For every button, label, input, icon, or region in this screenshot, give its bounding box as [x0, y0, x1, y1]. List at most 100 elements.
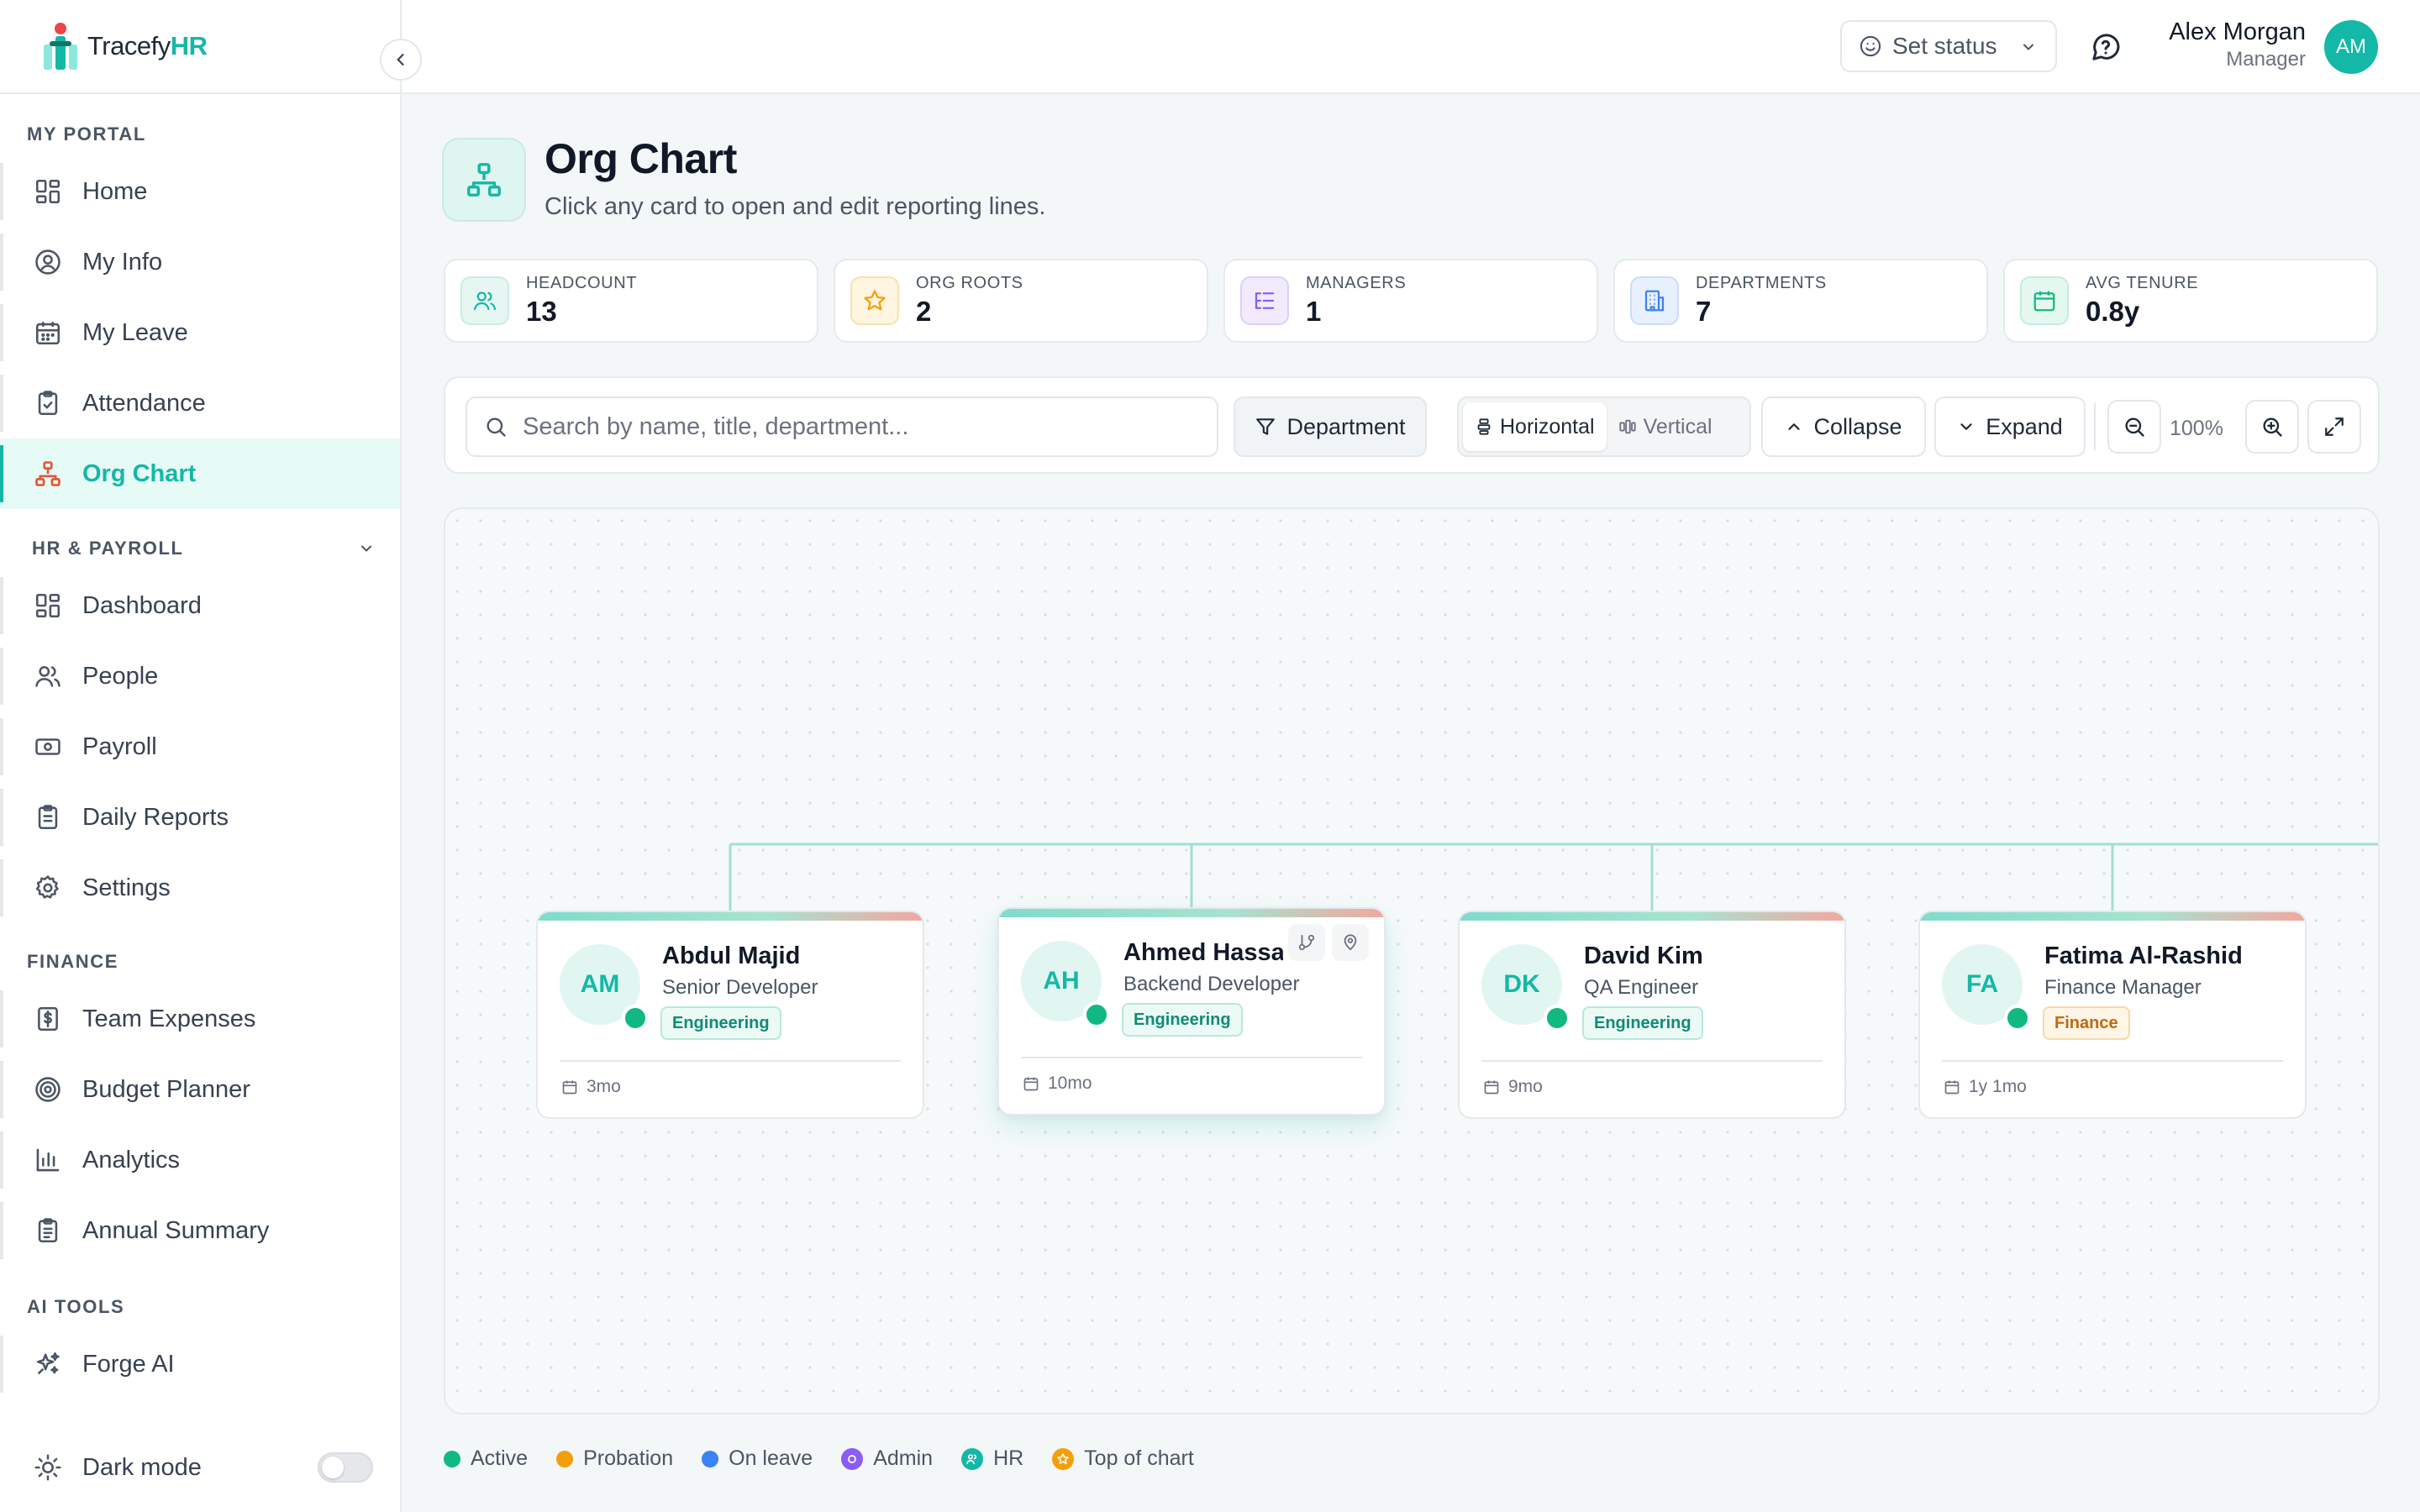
help-chat-icon[interactable]	[2089, 30, 2123, 64]
sidebar-item-analytics[interactable]: Analytics	[0, 1125, 400, 1195]
status-dot-active	[2004, 1005, 2031, 1032]
vertical-layout-icon	[1618, 419, 1636, 434]
layout-horizontal-button[interactable]: Horizontal	[1463, 402, 1607, 451]
sidebar-item-payroll[interactable]: Payroll	[0, 711, 400, 782]
sidebar-item-dashboard[interactable]: Dashboard	[0, 570, 400, 641]
git-branch-icon	[1298, 934, 1315, 951]
locate-button[interactable]	[1332, 924, 1369, 961]
expand-button[interactable]: Expand	[1934, 396, 2086, 457]
employee-title: QA Engineer	[1584, 976, 1699, 999]
sidebar-item-budget-planner[interactable]: Budget Planner	[0, 1054, 400, 1125]
collapse-label: Collapse	[1813, 413, 1902, 439]
reporting-line-button[interactable]	[1288, 924, 1325, 961]
dark-mode-toggle[interactable]	[318, 1452, 373, 1483]
layout-vertical-button[interactable]: Vertical	[1607, 402, 1724, 451]
status-dot-active	[1544, 1005, 1570, 1032]
legend-label: HR	[993, 1446, 1024, 1470]
nav-section-title: AI TOOLS	[27, 1296, 125, 1317]
banknote-icon	[32, 731, 64, 763]
sidebar-item-org-chart[interactable]: Org Chart	[0, 438, 400, 509]
page-title: Org Chart	[544, 135, 737, 182]
bar-chart-icon	[32, 1144, 64, 1176]
department-badge: Engineering	[1582, 1006, 1703, 1040]
employee-card-ahmed-hassan[interactable]: AH Ahmed Hassan Backend Developer Engine…	[997, 907, 1386, 1116]
sidebar-item-annual-summary[interactable]: Annual Summary	[0, 1195, 400, 1266]
sidebar-item-label: Settings	[82, 874, 171, 901]
stat-label: AVG TENURE	[2086, 274, 2199, 292]
sidebar-item-forge-ai[interactable]: Forge AI	[0, 1329, 400, 1399]
stat-value: 13	[526, 296, 557, 327]
sidebar-item-daily-reports[interactable]: Daily Reports	[0, 782, 400, 853]
status-dot-on-leave	[702, 1450, 719, 1467]
tenure-value: 9mo	[1508, 1077, 1543, 1096]
legend-item-top-of-chart: Top of chart	[1052, 1446, 1194, 1471]
zoom-in-button[interactable]	[2245, 400, 2299, 454]
target-icon	[32, 1074, 64, 1105]
nav-section-toggle[interactable]: HR & PAYROLL	[0, 532, 400, 565]
sidebar-item-label: People	[82, 662, 159, 690]
filter-icon	[1256, 418, 1276, 435]
calendar-icon	[2020, 276, 2069, 325]
department-filter-button[interactable]: Department	[1234, 396, 1427, 457]
employee-title: Finance Manager	[2044, 976, 2202, 999]
collapse-button[interactable]: Collapse	[1761, 396, 1926, 457]
nav-section-finance: FINANCE Team Expenses Budget Planner Ana…	[0, 945, 400, 1266]
status-dot-active	[444, 1450, 460, 1467]
stat-org-roots: ORG ROOTS 2	[834, 259, 1208, 343]
maximize-icon	[2325, 417, 2344, 436]
sidebar-item-my-leave[interactable]: My Leave	[0, 297, 400, 368]
sidebar-item-my-info[interactable]: My Info	[0, 227, 400, 297]
search-box[interactable]	[466, 396, 1218, 457]
card-divider	[1942, 1060, 2283, 1062]
card-accent-bar	[1920, 912, 2305, 921]
user-menu[interactable]: Alex Morgan Manager	[2169, 17, 2306, 72]
calendar-icon	[562, 1080, 577, 1095]
avatar[interactable]: AM	[2324, 20, 2378, 74]
card-accent-bar	[1460, 912, 1844, 921]
employee-card-abdul-majid[interactable]: AM Abdul Majid Senior Developer Engineer…	[536, 911, 924, 1119]
org-chart-canvas[interactable]: AM Abdul Majid Senior Developer Engineer…	[444, 507, 2380, 1415]
sidebar-item-people[interactable]: People	[0, 641, 400, 711]
users-icon	[460, 276, 509, 325]
tenure: 10mo	[1023, 1074, 1092, 1094]
zoom-out-icon	[2125, 417, 2144, 437]
legend-label: On leave	[729, 1446, 813, 1470]
fullscreen-button[interactable]	[2307, 400, 2361, 454]
brand-name: TracefyHR	[87, 31, 208, 60]
stat-headcount: HEADCOUNT 13	[444, 259, 818, 343]
employee-name: Abdul Majid	[662, 942, 801, 969]
legend-item-active: Active	[444, 1446, 528, 1471]
legend-label: Top of chart	[1084, 1446, 1194, 1470]
clipboard-list-icon	[32, 1215, 64, 1247]
search-input[interactable]	[523, 412, 1195, 441]
department-filter-label: Department	[1286, 413, 1406, 439]
sidebar-item-attendance[interactable]: Attendance	[0, 368, 400, 438]
brand[interactable]: TracefyHR	[0, 0, 422, 94]
card-divider	[560, 1060, 901, 1062]
map-pin-icon	[1344, 934, 1357, 951]
zoom-level: 100%	[2170, 417, 2223, 440]
sidebar-collapse-button[interactable]	[380, 39, 422, 81]
tenure: 9mo	[1483, 1077, 1543, 1097]
sidebar-item-team-expenses[interactable]: Team Expenses	[0, 984, 400, 1054]
sidebar-item-home[interactable]: Home	[0, 156, 400, 227]
sidebar-item-settings[interactable]: Settings	[0, 853, 400, 923]
department-badge: Finance	[2043, 1006, 2130, 1040]
nav-section-title: MY PORTAL	[27, 123, 146, 144]
grid-icon	[32, 590, 64, 622]
sun-icon	[32, 1452, 64, 1483]
set-status-dropdown[interactable]: Set status	[1840, 20, 2057, 72]
employee-card-fatima-al-rashid[interactable]: FA Fatima Al-Rashid Finance Manager Fina…	[1918, 911, 2307, 1119]
users-icon	[32, 660, 64, 692]
zoom-out-button[interactable]	[2107, 400, 2161, 454]
chart-toolbar: Department Horizontal Vertical Collapse …	[444, 376, 2380, 474]
calendar-icon	[32, 317, 64, 349]
legend-item-on-leave: On leave	[702, 1446, 813, 1471]
org-chart-icon	[32, 458, 64, 490]
tenure: 3mo	[561, 1077, 621, 1097]
tracefy-logo-icon	[44, 23, 77, 70]
employee-card-david-kim[interactable]: DK David Kim QA Engineer Engineering 9mo	[1458, 911, 1846, 1119]
chevron-down-icon	[1960, 423, 1972, 430]
dark-mode-row: Dark mode	[0, 1423, 400, 1512]
tenure-value: 3mo	[587, 1077, 621, 1096]
